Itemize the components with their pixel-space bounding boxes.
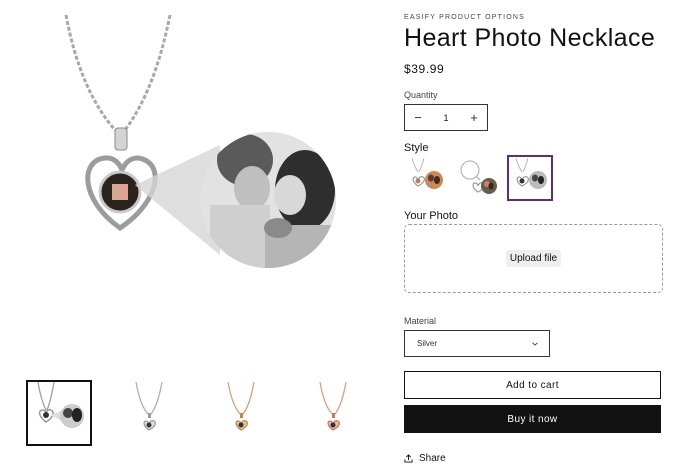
style-options [404, 155, 553, 201]
material-select-value: Silver [417, 339, 438, 348]
share-button[interactable]: Share [404, 453, 446, 464]
quantity-increment-button[interactable]: + [461, 105, 487, 130]
style-option-heart-necklace-bw-photo[interactable] [507, 155, 553, 201]
add-to-cart-button[interactable]: Add to cart [404, 371, 661, 399]
thumbnail-silver-photo-necklace[interactable] [26, 380, 92, 446]
quantity-label: Quantity [404, 90, 438, 100]
vendor-label: EASIFY PRODUCT OPTIONS [404, 14, 526, 21]
thumbnail-rose-gold-necklace[interactable] [302, 380, 368, 446]
photo-label: Your Photo [404, 210, 459, 222]
main-product-image [40, 10, 350, 330]
share-icon [404, 454, 413, 463]
quantity-stepper: − 1 + [404, 104, 488, 131]
style-label: Style [404, 142, 429, 154]
product-price: $39.99 [404, 62, 445, 76]
material-label: Material [404, 316, 437, 326]
buy-now-button[interactable]: Buy it now [404, 405, 661, 433]
chevron-down-icon [532, 342, 538, 346]
style-option-heart-keychain-color-photo[interactable] [456, 156, 500, 200]
thumbnail-silver-necklace[interactable] [118, 380, 184, 446]
share-label: Share [419, 453, 446, 464]
product-title: Heart Photo Necklace [404, 24, 656, 52]
product-gallery [0, 0, 380, 472]
style-option-heart-necklace-color-photo[interactable] [404, 156, 448, 200]
material-select[interactable]: Silver [404, 330, 550, 357]
thumbnail-list [26, 380, 368, 446]
quantity-input[interactable]: 1 [431, 113, 461, 123]
upload-file-button[interactable]: Upload file [505, 250, 562, 267]
photo-upload-dropzone[interactable]: Upload file [404, 224, 663, 293]
thumbnail-gold-necklace[interactable] [210, 380, 276, 446]
quantity-decrement-button[interactable]: − [405, 105, 431, 130]
